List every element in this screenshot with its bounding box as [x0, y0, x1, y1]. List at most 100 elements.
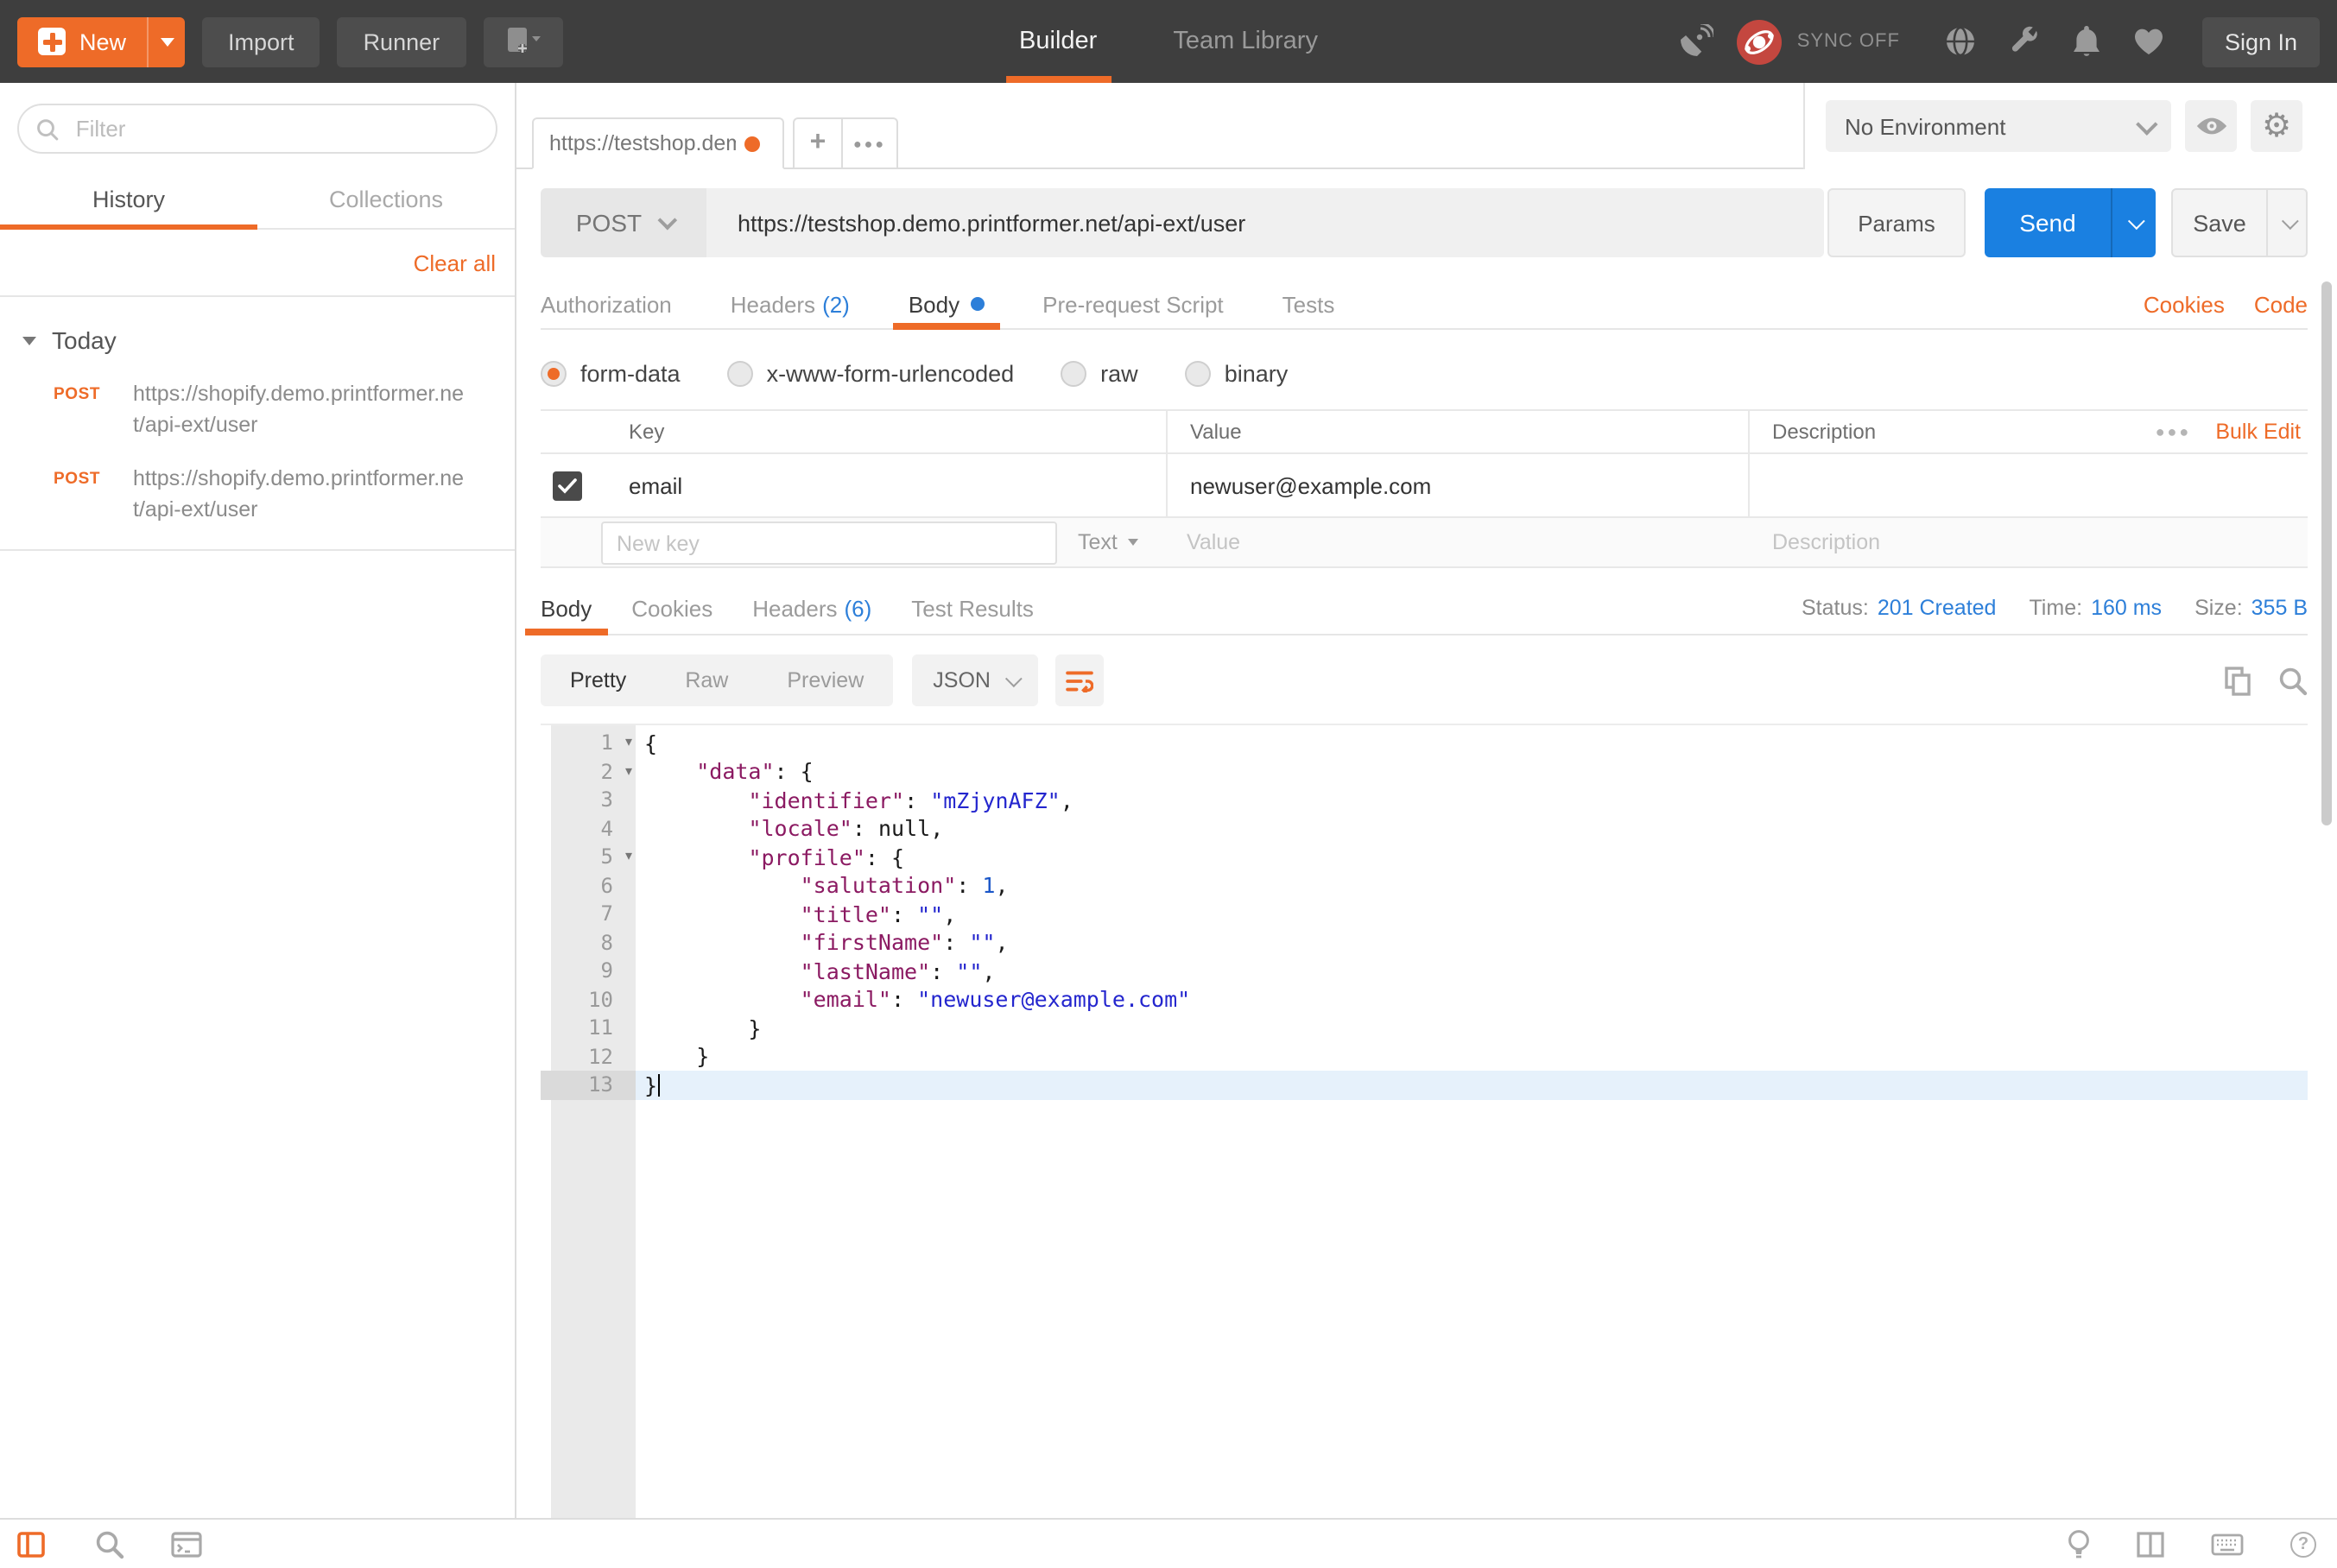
wrap-text-button[interactable] — [1056, 654, 1105, 706]
view-mode-raw[interactable]: Raw — [656, 654, 757, 706]
sidebar-tab-collections[interactable]: Collections — [257, 171, 515, 228]
favorites-heart-icon[interactable] — [2133, 28, 2164, 55]
code-line[interactable]: 6 "salutation": 1, — [541, 871, 2308, 900]
import-button[interactable]: Import — [202, 16, 320, 66]
new-tab-button[interactable]: + — [793, 117, 843, 169]
fold-arrow-icon[interactable]: ▾ — [625, 848, 632, 863]
code-line-content[interactable]: "identifier": "mZjynAFZ", — [636, 786, 2308, 814]
runner-button[interactable]: Runner — [338, 16, 466, 66]
code-line-content[interactable]: "data": { — [636, 757, 2308, 786]
tab-headers[interactable]: Headers (2) — [731, 280, 850, 328]
row-checkbox-checked[interactable] — [553, 471, 582, 500]
code-line-content[interactable]: "title": "", — [636, 900, 2308, 928]
row-key-value[interactable]: email — [629, 472, 682, 498]
response-tab-cookies[interactable]: Cookies — [631, 582, 712, 634]
tab-authorization[interactable]: Authorization — [541, 280, 672, 328]
satellite-icon[interactable] — [1678, 24, 1714, 59]
view-mode-preview[interactable]: Preview — [757, 654, 893, 706]
line-number[interactable]: 2▾ — [541, 757, 636, 786]
open-new-window-button[interactable] — [483, 16, 562, 66]
filter-input[interactable] — [73, 114, 478, 143]
line-number[interactable]: 1▾ — [541, 729, 636, 757]
code-line-content[interactable]: { — [636, 729, 2308, 757]
url-input[interactable] — [734, 208, 1796, 237]
toggle-sidebar-button[interactable] — [17, 1531, 45, 1557]
clear-all-link[interactable]: Clear all — [414, 250, 496, 275]
new-row-type-selector[interactable]: Text — [1078, 518, 1138, 566]
send-button[interactable]: Send — [1985, 188, 2156, 257]
code-line-content[interactable]: } — [636, 1071, 2308, 1099]
global-search-button[interactable] — [95, 1529, 124, 1559]
send-options-caret[interactable] — [2111, 188, 2156, 257]
radio-raw[interactable]: raw — [1061, 360, 1138, 386]
response-editor[interactable]: 1▾{2▾ "data": {3 "identifier": "mZjynAFZ… — [541, 724, 2308, 1518]
new-description-placeholder[interactable]: Description — [1772, 518, 1880, 566]
new-dropdown-caret[interactable] — [147, 16, 185, 66]
code-line-content[interactable]: "email": "newuser@example.com" — [636, 985, 2308, 1014]
code-line[interactable]: 8 "firstName": "", — [541, 928, 2308, 957]
save-button[interactable]: Save — [2171, 188, 2308, 257]
code-line-content[interactable]: } — [636, 1014, 2308, 1042]
code-link[interactable]: Code — [2254, 291, 2308, 317]
vertical-scrollbar[interactable] — [2321, 281, 2332, 825]
method-selector[interactable]: POST — [541, 188, 706, 257]
code-line[interactable]: 13} — [541, 1071, 2308, 1099]
code-line[interactable]: 5▾ "profile": { — [541, 843, 2308, 871]
wrench-icon[interactable] — [2009, 26, 2040, 57]
new-value-placeholder[interactable]: Value — [1187, 518, 1240, 566]
response-tab-headers[interactable]: Headers (6) — [752, 582, 871, 634]
console-button[interactable] — [171, 1531, 202, 1557]
new-button[interactable]: New — [17, 16, 185, 66]
globe-icon[interactable] — [1945, 26, 1976, 57]
shortcuts-button[interactable] — [2211, 1533, 2244, 1555]
new-key-input[interactable] — [601, 522, 1057, 565]
params-button[interactable]: Params — [1827, 188, 1966, 257]
request-tab[interactable]: https://testshop.demo — [532, 117, 784, 169]
sync-status-badge-icon[interactable] — [1737, 18, 1783, 65]
code-line-content[interactable]: "locale": null, — [636, 814, 2308, 843]
code-line-content[interactable]: "salutation": 1, — [636, 871, 2308, 900]
search-response-icon[interactable] — [2278, 666, 2308, 695]
table-options-icon[interactable]: ●●● — [2156, 423, 2192, 440]
help-button[interactable]: ? — [2290, 1531, 2316, 1557]
environment-selector[interactable]: No Environment — [1826, 100, 2171, 152]
radio-x-www-form-urlencoded[interactable]: x-www-form-urlencoded — [727, 360, 1015, 386]
format-selector[interactable]: JSON — [912, 654, 1039, 706]
copy-icon[interactable] — [2225, 666, 2252, 695]
tab-options-button[interactable]: ●●● — [843, 117, 898, 169]
radio-form-data[interactable]: form-data — [541, 360, 681, 386]
fold-arrow-icon[interactable]: ▾ — [625, 734, 632, 749]
view-mode-pretty[interactable]: Pretty — [541, 654, 656, 706]
tab-builder[interactable]: Builder — [981, 0, 1135, 83]
sidebar-tab-history[interactable]: History — [0, 171, 257, 228]
code-line[interactable]: 12 } — [541, 1042, 2308, 1071]
response-tab-body[interactable]: Body — [541, 582, 592, 634]
tab-team-library[interactable]: Team Library — [1135, 0, 1356, 83]
code-line[interactable]: 10 "email": "newuser@example.com" — [541, 985, 2308, 1014]
environment-quick-look-button[interactable] — [2185, 100, 2237, 152]
code-line[interactable]: 1▾{ — [541, 729, 2308, 757]
cookies-link[interactable]: Cookies — [2144, 291, 2225, 317]
tips-button[interactable] — [2068, 1529, 2090, 1559]
sidebar-filter[interactable] — [17, 104, 497, 154]
two-pane-view-button[interactable] — [2137, 1531, 2164, 1557]
tab-pre-request-script[interactable]: Pre-request Script — [1042, 280, 1224, 328]
code-line-content[interactable]: } — [636, 1042, 2308, 1071]
save-options-caret[interactable] — [2266, 190, 2306, 256]
code-line[interactable]: 7 "title": "", — [541, 900, 2308, 928]
tab-tests[interactable]: Tests — [1282, 280, 1335, 328]
code-line[interactable]: 4 "locale": null, — [541, 814, 2308, 843]
notifications-bell-icon[interactable] — [2073, 26, 2100, 57]
code-line[interactable]: 11 } — [541, 1014, 2308, 1042]
code-line-content[interactable]: "lastName": "", — [636, 957, 2308, 985]
tab-body[interactable]: Body — [909, 280, 984, 328]
history-item[interactable]: POSThttps://shopify.demo.printformer.net… — [0, 364, 515, 449]
code-line[interactable]: 3 "identifier": "mZjynAFZ", — [541, 786, 2308, 814]
settings-button[interactable]: ⚙ — [2251, 100, 2302, 152]
code-line-content[interactable]: "profile": { — [636, 843, 2308, 871]
history-item[interactable]: POSThttps://shopify.demo.printformer.net… — [0, 449, 515, 534]
row-value-value[interactable]: newuser@example.com — [1190, 472, 1431, 498]
history-group-today[interactable]: Today — [0, 297, 515, 364]
code-line[interactable]: 9 "lastName": "", — [541, 957, 2308, 985]
fold-arrow-icon[interactable]: ▾ — [625, 762, 632, 778]
